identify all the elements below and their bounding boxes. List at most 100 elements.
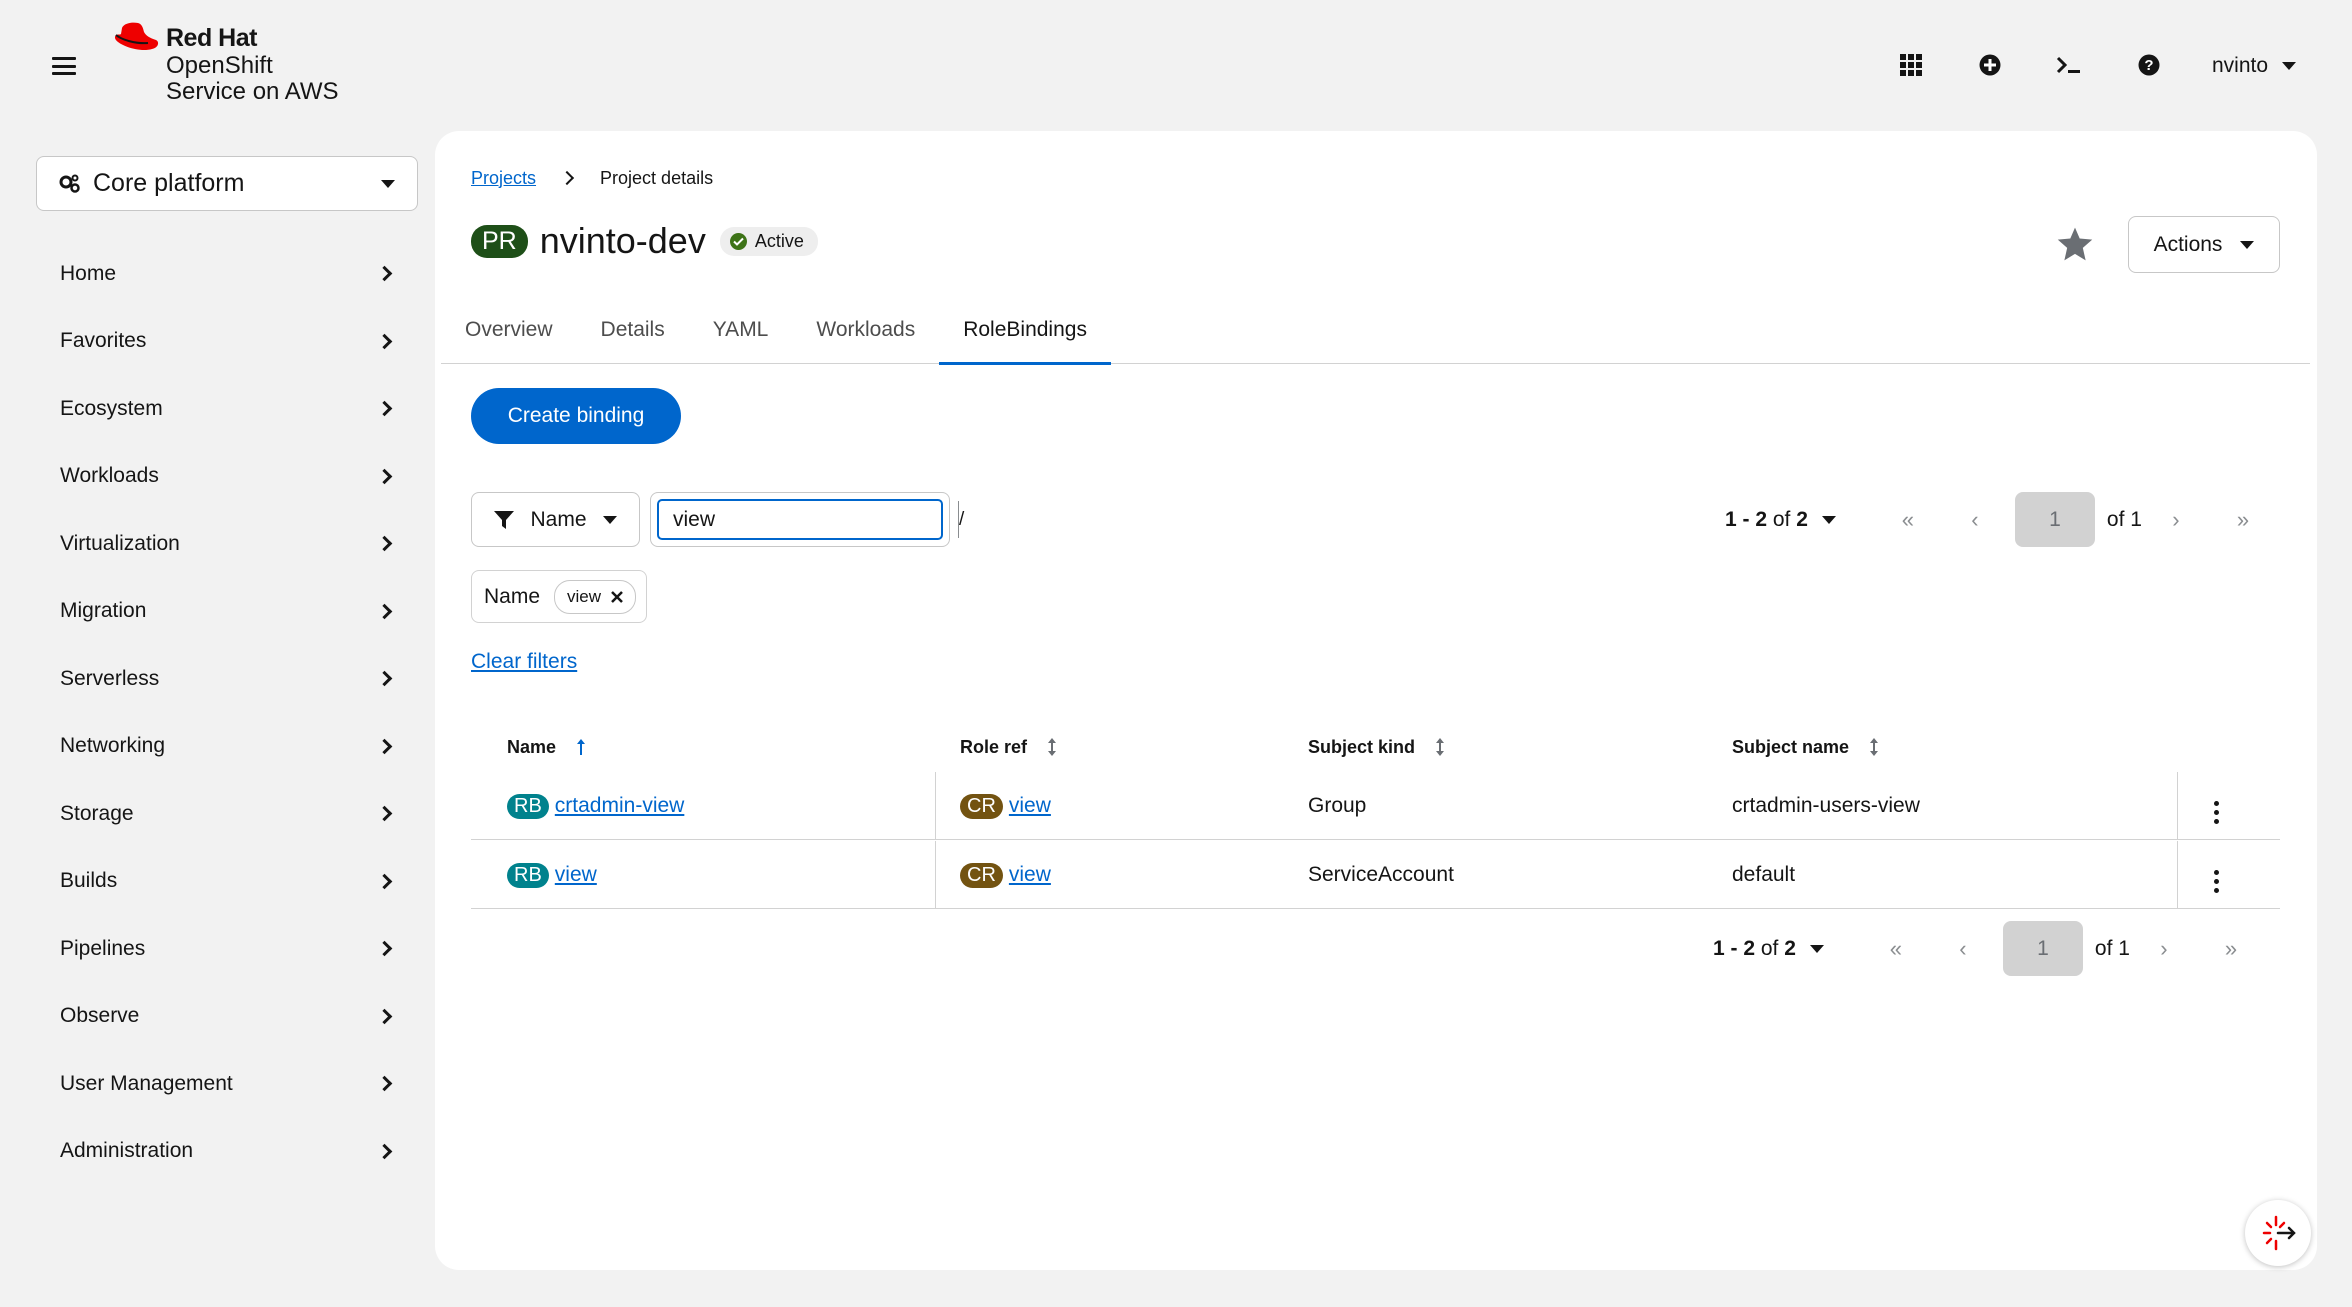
tab-workloads[interactable]: Workloads	[792, 310, 939, 364]
sidebar-item-label: Networking	[60, 734, 166, 758]
rolebinding-badge: RB	[507, 793, 549, 819]
sidebar-item-networking[interactable]: Networking	[36, 713, 418, 781]
page-number-input[interactable]: 1	[2002, 921, 2083, 976]
filter-chip: view	[554, 579, 637, 614]
subject-name-cell: crtadmin-users-view	[1732, 794, 1920, 817]
chevron-right-icon	[376, 670, 393, 687]
sort-icon	[1870, 738, 1879, 756]
filter-type-dropdown[interactable]: Name	[471, 492, 640, 547]
column-header-subject-name[interactable]: Subject name	[1732, 727, 1879, 767]
sidebar-item-home[interactable]: Home	[36, 240, 418, 308]
perspective-switcher[interactable]: Core platform	[36, 156, 418, 211]
previous-page-icon[interactable]: ‹	[1943, 936, 1983, 962]
page-number-input[interactable]: 1	[2014, 492, 2095, 547]
column-header-name[interactable]: Name	[507, 727, 586, 767]
table-row: RB view CR view ServiceAccount default	[471, 841, 2280, 909]
role-ref-link[interactable]: view	[1009, 863, 1051, 887]
actions-label: Actions	[2153, 232, 2223, 256]
pagination-range: 1 - 2	[1725, 507, 1768, 531]
caret-down-icon	[1809, 944, 1824, 953]
sidebar-item-label: Observe	[60, 1004, 140, 1028]
sidebar-item-label: Builds	[60, 869, 118, 893]
next-page-icon[interactable]: ›	[2144, 936, 2184, 962]
breadcrumb-projects-link[interactable]: Projects	[471, 168, 536, 189]
column-header-role-ref[interactable]: Role ref	[960, 727, 1057, 767]
sidebar-item-storage[interactable]: Storage	[36, 780, 418, 848]
actions-dropdown[interactable]: Actions	[2128, 216, 2280, 273]
tab-bar: Overview Details YAML Workloads RoleBind…	[441, 310, 2310, 365]
next-page-icon[interactable]: ›	[2156, 507, 2196, 533]
search-box: /	[650, 492, 964, 547]
sidebar-item-serverless[interactable]: Serverless	[36, 645, 418, 713]
filter-type-label: Name	[530, 507, 587, 531]
clusterrole-badge: CR	[960, 862, 1003, 888]
role-ref-cell: CR view	[960, 841, 1051, 909]
help-icon[interactable]: ?	[2134, 50, 2164, 80]
sidebar-item-builds[interactable]: Builds	[36, 848, 418, 916]
chevron-right-icon	[376, 265, 393, 282]
kebab-menu-icon[interactable]	[2213, 778, 2219, 846]
role-ref-link[interactable]: view	[1009, 794, 1051, 818]
sidebar-item-favorites[interactable]: Favorites	[36, 308, 418, 376]
main-content-card	[435, 131, 2317, 1270]
tab-details[interactable]: Details	[577, 310, 689, 364]
assistant-launcher-icon[interactable]	[2245, 1200, 2311, 1266]
first-page-icon[interactable]: «	[1888, 507, 1928, 533]
column-label: Name	[507, 736, 557, 757]
rolebinding-link[interactable]: crtadmin-view	[555, 794, 685, 818]
clear-filters-link[interactable]: Clear filters	[471, 650, 577, 674]
tab-overview[interactable]: Overview	[441, 310, 577, 364]
pagination-total: 2	[1796, 507, 1808, 531]
sidebar-item-virtualization[interactable]: Virtualization	[36, 510, 418, 578]
rolebinding-badge: RB	[507, 862, 549, 888]
plus-circle-icon[interactable]	[1975, 50, 2005, 80]
redhat-hat-icon	[114, 22, 159, 51]
sidebar-item-pipelines[interactable]: Pipelines	[36, 915, 418, 983]
last-page-icon[interactable]: »	[2211, 936, 2251, 962]
openshift-logo[interactable]: Red Hat OpenShift Service on AWS	[112, 20, 352, 110]
sidebar-item-user-management[interactable]: User Management	[36, 1050, 418, 1118]
status-text: Active	[754, 230, 804, 251]
sidebar-item-workloads[interactable]: Workloads	[36, 443, 418, 511]
kebab-menu-icon[interactable]	[2213, 847, 2219, 915]
column-header-subject-kind[interactable]: Subject kind	[1308, 727, 1445, 767]
chevron-right-icon	[376, 805, 393, 822]
first-page-icon[interactable]: «	[1876, 936, 1916, 962]
chevron-right-icon	[376, 738, 393, 755]
terminal-icon[interactable]	[2054, 50, 2084, 80]
hamburger-menu-icon[interactable]	[50, 54, 78, 78]
name-cell: RB view	[507, 841, 597, 909]
chevron-right-icon	[376, 468, 393, 485]
svg-text:?: ?	[2144, 57, 2153, 74]
user-name: nvinto	[2212, 54, 2269, 77]
user-menu[interactable]: nvinto	[2212, 50, 2297, 82]
caret-down-icon	[1821, 515, 1836, 524]
star-icon[interactable]	[2056, 226, 2096, 264]
tab-rolebindings[interactable]: RoleBindings	[939, 310, 1111, 365]
chevron-right-icon	[376, 603, 393, 620]
table-header: Name Role ref Subject kind Subject name	[471, 727, 2280, 767]
search-input[interactable]	[659, 501, 958, 538]
sidebar-item-migration[interactable]: Migration	[36, 578, 418, 646]
tab-label: Overview	[465, 318, 553, 341]
sidebar-item-administration[interactable]: Administration	[36, 1118, 418, 1186]
sidebar-item-label: Favorites	[60, 329, 147, 353]
last-page-icon[interactable]: »	[2223, 507, 2263, 533]
sidebar-item-observe[interactable]: Observe	[36, 983, 418, 1051]
filter-icon	[494, 510, 515, 529]
chevron-right-icon	[376, 400, 393, 417]
tab-label: RoleBindings	[963, 318, 1087, 341]
previous-page-icon[interactable]: ‹	[1955, 507, 1995, 533]
create-binding-button[interactable]: Create binding	[471, 388, 681, 444]
rolebinding-link[interactable]: view	[555, 863, 597, 887]
role-ref-cell: CR view	[960, 772, 1051, 840]
tab-yaml[interactable]: YAML	[689, 310, 793, 364]
chevron-right-icon	[376, 1075, 393, 1092]
close-icon[interactable]	[611, 590, 623, 603]
pagination-count-toggle[interactable]: 1 - 2 of 2	[1713, 937, 1824, 961]
sort-ascending-icon	[577, 739, 586, 755]
pagination-count-toggle[interactable]: 1 - 2 of 2	[1725, 508, 1836, 532]
sidebar-item-label: Pipelines	[60, 936, 146, 960]
sidebar-item-ecosystem[interactable]: Ecosystem	[36, 375, 418, 443]
grid-icon[interactable]	[1896, 50, 1926, 80]
